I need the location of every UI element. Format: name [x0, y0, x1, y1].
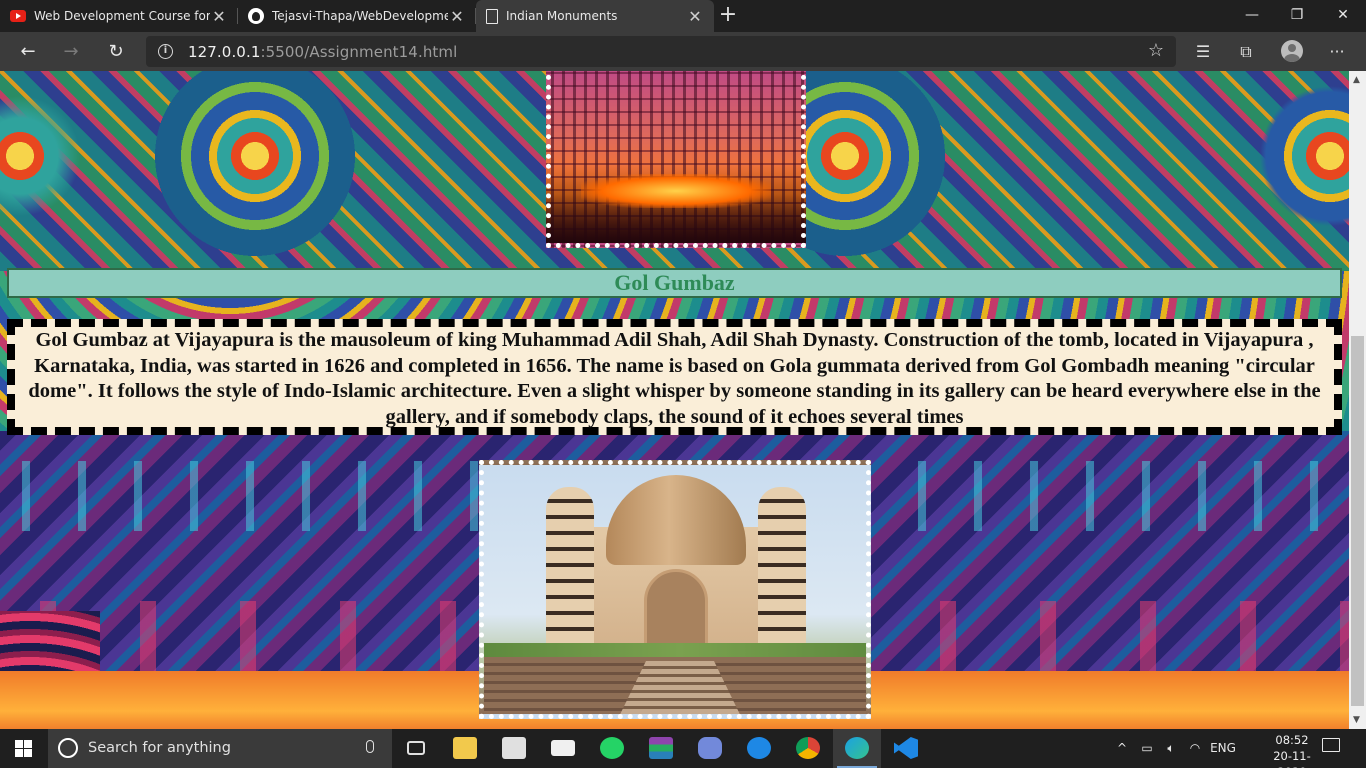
windows-logo-icon	[15, 740, 23, 748]
vscode-icon	[894, 737, 918, 759]
taskbar-search-box[interactable]: Search for anything	[48, 729, 392, 768]
whatsapp-button[interactable]	[588, 729, 636, 768]
monument-description: Gol Gumbaz at Vijayapura is the mausoleu…	[28, 329, 1321, 428]
windows-logo-pane	[15, 749, 23, 757]
window-close-button[interactable]: ✕	[1320, 0, 1366, 32]
mail-button[interactable]	[539, 729, 587, 768]
site-info-icon[interactable]: i	[158, 44, 173, 59]
favorite-star-icon[interactable]: ☆	[1148, 40, 1164, 61]
tab-indian-monuments[interactable]: Indian Monuments ✕	[476, 0, 714, 32]
discord-icon	[698, 737, 722, 759]
folder-icon	[453, 737, 477, 759]
favorites-icon[interactable]: ☰	[1189, 39, 1217, 65]
scroll-down-arrow-icon[interactable]: ▼	[1353, 715, 1360, 725]
discord-button[interactable]	[686, 729, 734, 768]
minimize-button[interactable]: —	[1229, 0, 1275, 32]
url-host: 127.0.0.1	[188, 43, 261, 61]
tab-title: Indian Monuments	[506, 9, 618, 23]
chrome-button[interactable]	[784, 729, 832, 768]
clock-date: 20-11-2020	[1273, 749, 1311, 768]
tab-web-development-course[interactable]: Web Development Course for Sc ✕	[0, 0, 238, 32]
task-view-button[interactable]	[392, 729, 440, 768]
new-tab-button[interactable]: +	[714, 0, 742, 32]
microphone-icon[interactable]	[366, 740, 374, 753]
monument-title: Gol Gumbaz	[614, 270, 735, 295]
back-button[interactable]: ←	[13, 38, 43, 65]
file-explorer-button[interactable]	[441, 729, 489, 768]
scroll-thumb[interactable]	[1351, 336, 1364, 706]
browser-toolbar: ← → ↻ i 127.0.0.1:5500/Assignment14.html…	[0, 32, 1366, 71]
store-button[interactable]	[490, 729, 538, 768]
system-clock[interactable]: 08:52 20-11-2020	[1262, 732, 1322, 768]
close-icon[interactable]: ✕	[448, 7, 466, 26]
edge-legacy-button[interactable]	[735, 729, 783, 768]
monument-description-box: Gol Gumbaz at Vijayapura is the mausoleu…	[7, 319, 1342, 435]
dome	[606, 475, 746, 565]
more-menu-icon[interactable]: ···	[1323, 39, 1351, 65]
vertical-scrollbar[interactable]: ▲ ▼	[1349, 71, 1366, 729]
task-view-icon	[407, 741, 425, 755]
github-icon	[248, 8, 264, 24]
browser-tab-strip: Web Development Course for Sc ✕ Tejasvi-…	[0, 0, 1366, 32]
edge-icon	[845, 737, 869, 759]
central-arch	[644, 569, 708, 647]
vscode-button[interactable]	[882, 729, 930, 768]
monument-heading-bar: Gol Gumbaz	[7, 268, 1342, 298]
windows-taskbar: Search for anything ^ ▭ 🔈︎ ◠ ENG 08:52 2…	[0, 729, 1366, 768]
start-button[interactable]	[0, 729, 48, 768]
action-center-icon[interactable]	[1322, 738, 1340, 752]
show-hidden-icons[interactable]: ^	[1112, 729, 1132, 768]
close-icon[interactable]: ✕	[210, 7, 228, 26]
search-placeholder: Search for anything	[88, 740, 231, 756]
tab-github-repo[interactable]: Tejasvi-Thapa/WebDevelopment ✕	[238, 0, 476, 32]
document-icon	[486, 8, 498, 24]
edge-legacy-icon	[747, 737, 771, 759]
scroll-up-arrow-icon[interactable]: ▲	[1353, 75, 1360, 85]
store-bag-icon	[502, 737, 526, 759]
left-minaret	[546, 487, 594, 657]
forward-button[interactable]: →	[56, 38, 86, 65]
winrar-button[interactable]	[637, 729, 685, 768]
refresh-button[interactable]: ↻	[101, 38, 131, 65]
wifi-icon[interactable]: ◠	[1184, 729, 1206, 768]
edge-button[interactable]	[833, 729, 881, 768]
whatsapp-icon	[600, 737, 624, 759]
language-indicator[interactable]: ENG	[1208, 729, 1238, 768]
page-viewport: Gol Gumbaz Gol Gumbaz at Vijayapura is t…	[0, 71, 1349, 729]
battery-icon[interactable]: ▭	[1136, 729, 1158, 768]
url-path: :5500/Assignment14.html	[260, 43, 458, 61]
mail-icon	[551, 740, 575, 756]
windows-logo-pane	[24, 740, 32, 748]
volume-icon[interactable]: 🔈︎	[1160, 729, 1182, 768]
profile-avatar[interactable]	[1281, 40, 1303, 62]
windows-logo-pane	[24, 749, 32, 757]
clock-time: 08:52	[1275, 733, 1309, 747]
archive-icon	[649, 737, 673, 759]
restore-button[interactable]: ❐	[1274, 0, 1320, 32]
cortana-icon	[58, 738, 78, 758]
right-minaret	[758, 487, 806, 657]
address-bar[interactable]: i 127.0.0.1:5500/Assignment14.html ☆	[146, 36, 1176, 67]
tab-title: Web Development Course for Sc	[34, 9, 210, 23]
gol-gumbaz-image	[479, 460, 871, 719]
tab-title: Tejasvi-Thapa/WebDevelopment	[272, 9, 448, 23]
close-icon[interactable]: ✕	[686, 7, 704, 26]
chrome-icon	[796, 737, 820, 759]
collections-icon[interactable]: ⧉	[1232, 39, 1260, 65]
youtube-icon	[10, 10, 26, 22]
hawa-mahal-image	[546, 71, 806, 248]
url-text[interactable]: 127.0.0.1:5500/Assignment14.html	[188, 43, 457, 61]
